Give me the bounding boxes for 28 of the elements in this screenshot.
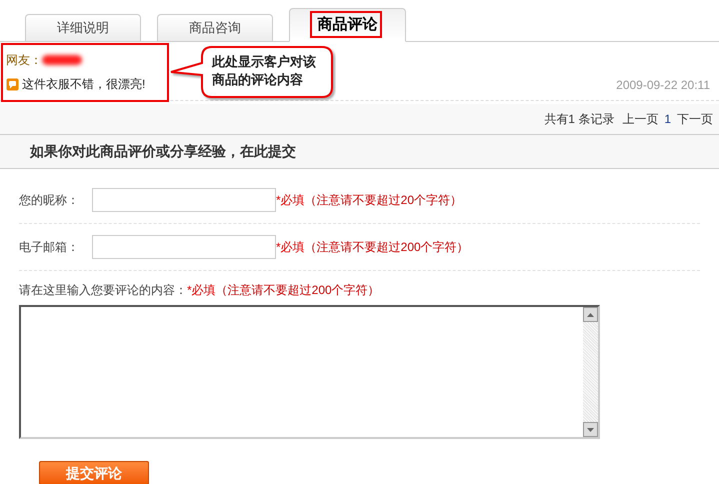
highlight-frame — [310, 11, 382, 38]
field-label: 请在这里输入您要评论的内容： — [19, 282, 187, 299]
scrollbar[interactable] — [583, 307, 598, 437]
field-label: 您的昵称： — [19, 192, 80, 209]
comment-icon — [6, 78, 19, 90]
text-field[interactable] — [92, 235, 276, 259]
callout-text: 此处显示客户对该商品的评论内容 — [212, 53, 317, 89]
required-mark: *必填 — [276, 192, 305, 209]
tab[interactable]: 商品评论 — [289, 8, 406, 42]
length-hint: （注意请不要超过200个字符） — [216, 282, 380, 299]
length-hint: （注意请不要超过200个字符） — [304, 239, 469, 256]
user-label: 网友： — [6, 52, 42, 69]
comment-text: 这件衣服不错，很漂亮! — [22, 76, 146, 93]
required-mark: *必填 — [187, 282, 216, 299]
form-title: 如果你对此商品评价或分享经验，在此提交 — [30, 142, 296, 161]
comment-textarea[interactable] — [19, 305, 600, 439]
next-page-link[interactable]: 下一页 — [677, 110, 713, 128]
field-label: 电子邮箱： — [19, 239, 80, 256]
prev-page-link[interactable]: 上一页 — [622, 110, 658, 128]
length-hint: （注意请不要超过20个字符） — [304, 192, 462, 209]
record-count: 共有1 条记录 — [544, 111, 614, 128]
required-mark: *必填 — [276, 239, 305, 256]
tab[interactable]: 商品咨询 — [157, 14, 273, 41]
text-field[interactable] — [92, 188, 276, 212]
review-date: 2009-09-22 20:11 — [616, 77, 710, 94]
page-number[interactable]: 1 — [664, 110, 671, 128]
tab[interactable]: 详细说明 — [25, 14, 141, 41]
redaction-mark — [42, 55, 82, 65]
